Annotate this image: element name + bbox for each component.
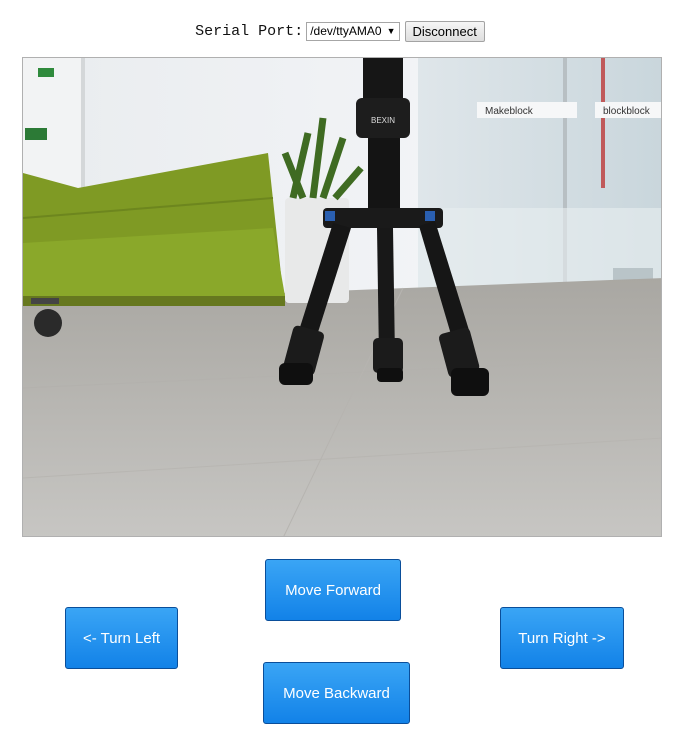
turn-right-button[interactable]: Turn Right ->	[500, 607, 624, 669]
serial-port-bar: Serial Port: /dev/ttyAMA0 ▼ Disconnect	[0, 20, 680, 42]
serial-port-label: Serial Port:	[195, 22, 304, 40]
move-backward-button[interactable]: Move Backward	[263, 662, 410, 724]
serial-port-select[interactable]: /dev/ttyAMA0 ▼	[306, 21, 400, 41]
wall-sign-text: Makeblock	[485, 106, 534, 117]
disconnect-button[interactable]: Disconnect	[404, 20, 485, 42]
wall-sign-text-2: blockblock	[603, 106, 651, 117]
move-forward-button[interactable]: Move Forward	[265, 559, 401, 621]
dropdown-arrow-icon: ▼	[386, 26, 396, 36]
turn-left-button[interactable]: <- Turn Left	[65, 607, 178, 669]
camera-feed: Makeblock blockblock BEXIN	[22, 57, 662, 537]
tripod-brand-text: BEXIN	[371, 116, 395, 125]
serial-port-value: /dev/ttyAMA0	[310, 24, 382, 38]
